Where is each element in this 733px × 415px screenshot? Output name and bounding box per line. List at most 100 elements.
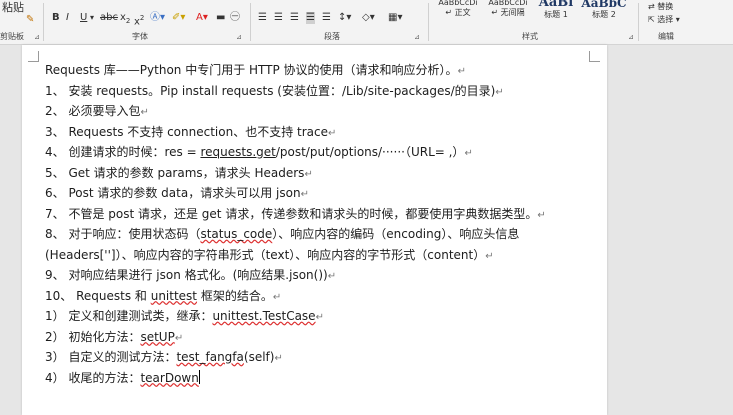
paragraph-mark-icon: ↵ xyxy=(300,189,309,200)
document-line[interactable]: 7、 不管是 post 请求，还是 get 请求，传递参数和请求头的时候，都要使… xyxy=(45,206,546,224)
document-line[interactable]: 6、 Post 请求的参数 data，请求头可以用 json↵ xyxy=(45,185,309,203)
font-group: B I U ▾ abc x2 x2 Ⓐ▾ ✐▾ A▾ ▬ ㊀ 字体 ⊿ xyxy=(46,0,246,44)
line-spacing-icon[interactable]: ↕▾ xyxy=(338,12,351,24)
document-line[interactable]: Requests 库——Python 中专门用于 HTTP 协议的使用（请求和响… xyxy=(45,62,466,80)
text-run: 2） 初始化方法： xyxy=(45,329,141,344)
paragraph-mark-icon: ↵ xyxy=(464,148,473,159)
text-run: 1） 定义和创建测试类，继承： xyxy=(45,309,213,323)
font-launcher-icon[interactable]: ⊿ xyxy=(236,33,242,41)
select-icon: ⇱ xyxy=(648,15,655,24)
paragraph-group: ☰ ☰ ☰ ☰ ☰ ↕▾ ◇▾ ▦▾ 段落 ⊿ xyxy=(254,0,424,44)
borders-icon[interactable]: ▦▾ xyxy=(388,12,402,24)
style-preview: AaBbCcDı xyxy=(438,0,478,7)
styles-group-label: 样式 xyxy=(522,32,538,41)
style-preview: AaBbC xyxy=(581,0,627,10)
styles-launcher-icon[interactable]: ⊿ xyxy=(628,33,634,41)
superscript-button[interactable]: x2 xyxy=(134,12,144,28)
style-no-spacing[interactable]: AaBbCcDı ↵ 无间隔 xyxy=(482,0,534,24)
underline-dropdown-icon[interactable]: ▾ xyxy=(90,12,94,24)
style-label: ↵ 无间隔 xyxy=(491,8,525,17)
document-line[interactable]: 4） 收尾的方法：tearDown xyxy=(45,369,200,386)
text-run: (self) xyxy=(243,350,275,364)
spellcheck-flagged-text: unittest xyxy=(150,288,198,303)
italic-button[interactable]: I xyxy=(66,12,69,24)
document-line[interactable]: 1） 定义和创建测试类，继承：unittest.TestCase↵ xyxy=(45,308,324,326)
paragraph-mark-icon: ↵ xyxy=(537,209,546,221)
text-run: 7、 不管是 post 请求，还是 get 请求，传递参数和请求头的时候，都要使… xyxy=(45,206,538,221)
char-shading-icon[interactable]: ▬ xyxy=(216,12,225,24)
document-line[interactable]: 5、 Get 请求的参数 params，请求头 Headers↵ xyxy=(45,165,313,183)
text-run: (Headers['']）、响应内容的字符串形式（text）、响应内容的字节形式… xyxy=(45,247,486,262)
document-line[interactable]: (Headers['']）、响应内容的字符串形式（text）、响应内容的字节形式… xyxy=(45,247,494,265)
style-heading-1[interactable]: AaBl 标题 1 xyxy=(530,0,582,24)
paragraph-mark-icon: ↵ xyxy=(457,66,466,77)
justify-icon[interactable]: ☰ xyxy=(306,12,315,24)
strikethrough-button[interactable]: abc xyxy=(100,12,118,24)
styles-group: AaBbCcDı ↵ 正文 AaBbCcDı ↵ 无间隔 AaBl 标题 1 A… xyxy=(432,0,634,44)
document-line[interactable]: 1、 安装 requests。Pip install requests (安装位… xyxy=(45,83,504,101)
document-line[interactable]: 10、 Requests 和 unittest 框架的结合。↵ xyxy=(45,288,281,306)
text-effects-icon[interactable]: Ⓐ▾ xyxy=(150,12,165,24)
bold-button[interactable]: B xyxy=(52,12,60,24)
chevron-down-icon: ▾ xyxy=(675,15,680,24)
replace-button[interactable]: ⇄ 替换 xyxy=(648,1,673,13)
text-run: 3） 自定义的测试方法： xyxy=(45,350,177,364)
font-color-icon[interactable]: A▾ xyxy=(196,12,208,24)
align-left-icon[interactable]: ☰ xyxy=(258,12,267,24)
text-run: 6、 Post 请求的参数 data，请求头可以用 json xyxy=(45,186,301,200)
document-page[interactable]: Requests 库——Python 中专门用于 HTTP 协议的使用（请求和响… xyxy=(22,45,607,415)
paragraph-mark-icon: ↵ xyxy=(304,168,313,180)
text-run: 框架的结合。 xyxy=(197,288,273,303)
spellcheck-flagged-text: tearDown xyxy=(140,370,199,385)
paragraph-mark-icon: ↵ xyxy=(274,353,283,364)
align-center-icon[interactable]: ☰ xyxy=(274,12,283,24)
replace-label: 替换 xyxy=(657,2,674,11)
underlined-text: requests.get xyxy=(200,145,276,159)
spellcheck-flagged-text: setUP xyxy=(140,329,175,344)
paragraph-launcher-icon[interactable]: ⊿ xyxy=(414,33,420,41)
align-right-icon[interactable]: ☰ xyxy=(290,12,299,24)
paragraph-group-label: 段落 xyxy=(324,32,340,41)
document-line[interactable]: 4、 创建请求的时候：res = requests.get/post/put/o… xyxy=(45,144,473,162)
text-run: 2、 必须要导入包 xyxy=(45,104,141,118)
text-run: 4） 收尾的方法： xyxy=(45,370,141,385)
document-line[interactable]: 3、 Requests 不支持 connection、也不支持 trace↵ xyxy=(45,124,336,142)
document-line[interactable]: 2、 必须要导入包↵ xyxy=(45,103,149,121)
enclose-char-icon[interactable]: ㊀ xyxy=(230,12,240,24)
paragraph-mark-icon: ↵ xyxy=(485,250,494,262)
paste-button[interactable]: 粘贴 xyxy=(2,2,24,14)
text-run: ）、响应内容的编码（encoding）、响应头信息 xyxy=(272,227,520,241)
text-run: 3、 Requests 不支持 connection、也不支持 trace xyxy=(45,124,328,139)
shading-icon[interactable]: ◇▾ xyxy=(362,12,375,24)
clipboard-group-label: 剪贴板 xyxy=(0,32,24,41)
underline-button[interactable]: U xyxy=(80,12,87,24)
select-label: 选择 xyxy=(657,15,674,24)
text-cursor xyxy=(198,369,200,384)
document-line[interactable]: 8、 对于响应：使用状态码（status_code）、响应内容的编码（encod… xyxy=(45,226,519,242)
highlight-color-icon[interactable]: ✐▾ xyxy=(172,12,185,24)
ribbon: 粘贴 ✎ 剪贴板 ⊿ B I U ▾ abc x2 x2 Ⓐ▾ ✐▾ A▾ ▬ … xyxy=(0,0,733,45)
document-line[interactable]: 2） 初始化方法：setUP↵ xyxy=(45,329,183,347)
text-run: /post/put/options/······（URL= ,） xyxy=(275,145,465,159)
margin-corner-mark xyxy=(28,51,39,62)
editing-group-label: 编辑 xyxy=(658,32,674,41)
clipboard-launcher-icon[interactable]: ⊿ xyxy=(34,33,40,41)
format-painter-icon[interactable]: ✎ xyxy=(26,14,34,26)
style-heading-2[interactable]: AaBbC 标题 2 xyxy=(578,0,630,24)
style-normal[interactable]: AaBbCcDı ↵ 正文 xyxy=(432,0,484,24)
ribbon-separator xyxy=(43,3,44,41)
document-line[interactable]: 9、 对响应结果进行 json 格式化。(响应结果.json())↵ xyxy=(45,267,336,285)
document-line[interactable]: 3） 自定义的测试方法：test_fangfa(self)↵ xyxy=(45,349,283,367)
select-button[interactable]: ⇱ 选择 ▾ xyxy=(648,14,680,26)
text-run: Requests 库——Python 中专门用于 HTTP 协议的使用（请求和响… xyxy=(45,63,458,77)
text-run: 10、 Requests 和 xyxy=(45,288,151,303)
text-run: 1、 安装 requests。Pip install requests (安装位… xyxy=(45,83,496,98)
style-label: 标题 2 xyxy=(592,10,616,19)
text-run: 5、 Get 请求的参数 params，请求头 Headers xyxy=(45,165,305,180)
subscript-button[interactable]: x2 xyxy=(120,12,130,27)
paragraph-mark-icon: ↵ xyxy=(272,291,282,303)
paragraph-mark-icon: ↵ xyxy=(327,271,337,282)
distributed-icon[interactable]: ☰ xyxy=(322,12,331,24)
style-preview: AaBbCcDı xyxy=(488,0,528,7)
text-run: 9、 对响应结果进行 json 格式化。(响应结果.json()) xyxy=(45,268,328,282)
